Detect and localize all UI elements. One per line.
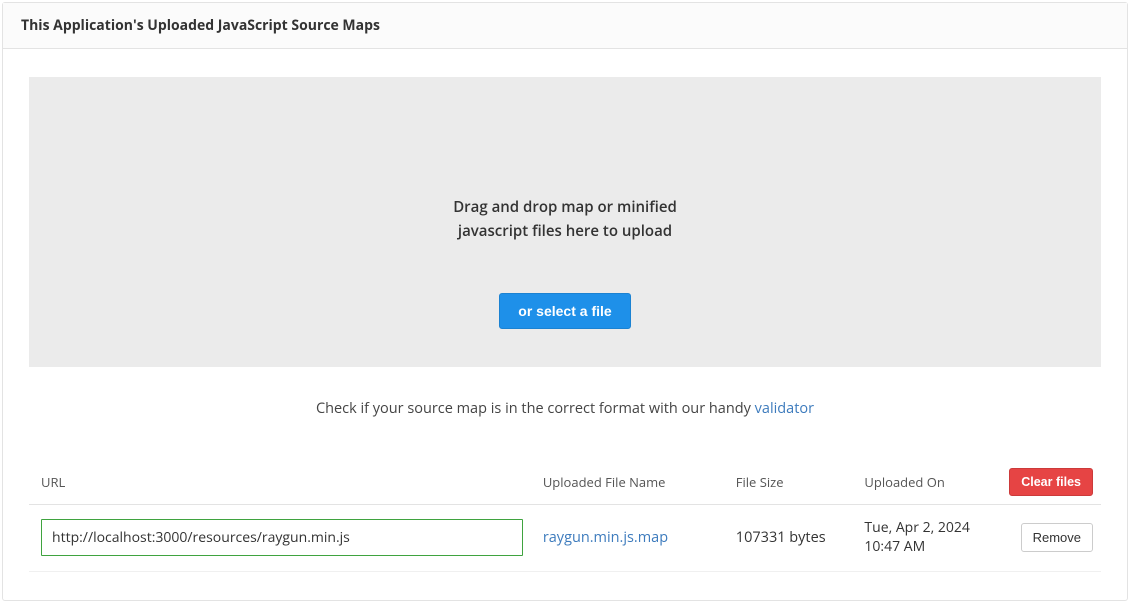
file-size-cell: 107331 bytes: [726, 505, 855, 572]
col-header-url: URL: [29, 460, 533, 505]
col-header-actions: Clear files: [994, 460, 1101, 505]
source-maps-table: URL Uploaded File Name File Size Uploade…: [29, 460, 1101, 572]
validator-link[interactable]: validator: [755, 399, 814, 418]
uploaded-filename-link[interactable]: raygun.min.js.map: [543, 528, 668, 547]
uploaded-on-cell: Tue, Apr 2, 2024 10:47 AM: [854, 505, 993, 572]
col-header-size: File Size: [726, 460, 855, 505]
dropzone-line2: javascript files here to upload: [453, 219, 677, 243]
upload-dropzone[interactable]: Drag and drop map or minified javascript…: [29, 77, 1101, 367]
panel-body: Drag and drop map or minified javascript…: [3, 49, 1127, 600]
col-header-filename: Uploaded File Name: [533, 460, 726, 505]
panel-title: This Application's Uploaded JavaScript S…: [21, 16, 1109, 35]
source-maps-panel: This Application's Uploaded JavaScript S…: [2, 2, 1128, 601]
remove-button[interactable]: Remove: [1021, 523, 1093, 552]
dropzone-line1: Drag and drop map or minified: [453, 195, 677, 219]
dropzone-instructions: Drag and drop map or minified javascript…: [453, 195, 677, 243]
url-input[interactable]: [41, 519, 523, 556]
col-header-uploaded-on: Uploaded On: [854, 460, 993, 505]
clear-files-button[interactable]: Clear files: [1009, 468, 1093, 496]
panel-header: This Application's Uploaded JavaScript S…: [3, 3, 1127, 49]
table-row: raygun.min.js.map 107331 bytes Tue, Apr …: [29, 505, 1101, 572]
validator-note: Check if your source map is in the corre…: [29, 399, 1101, 418]
select-file-button[interactable]: or select a file: [499, 293, 630, 329]
source-maps-table-wrap: URL Uploaded File Name File Size Uploade…: [29, 460, 1101, 572]
validator-note-text: Check if your source map is in the corre…: [316, 399, 755, 418]
